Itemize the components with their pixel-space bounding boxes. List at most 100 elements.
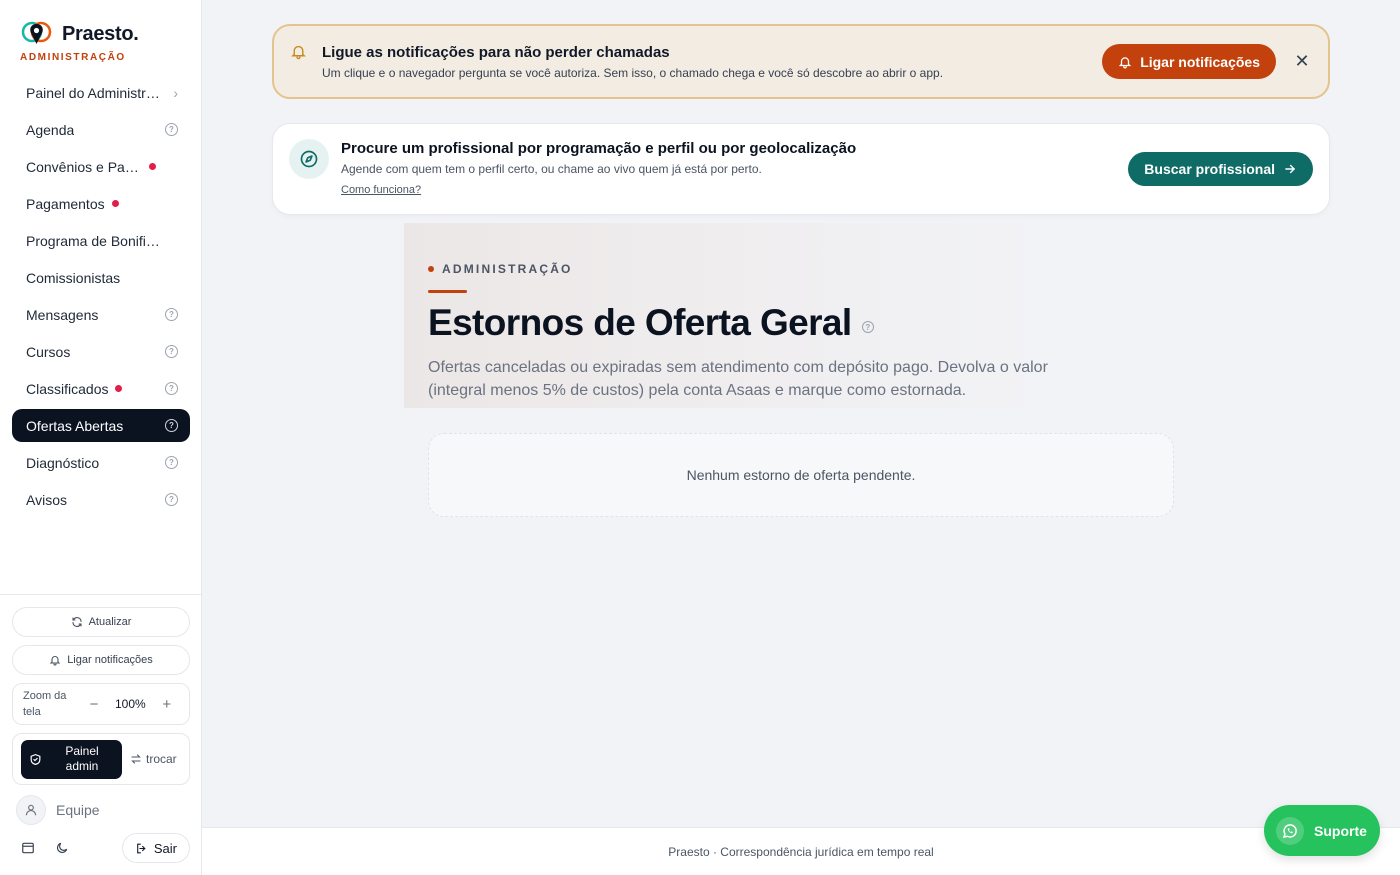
accent-line — [428, 290, 467, 293]
swap-icon — [131, 754, 141, 764]
bell-icon — [49, 656, 61, 666]
refresh-icon — [72, 617, 82, 627]
logout-icon — [137, 843, 146, 853]
sidebar-item-painel-administrador[interactable]: Painel do Administrador › — [12, 76, 190, 109]
chevron-right-icon: › — [173, 84, 178, 101]
page-description: Ofertas canceladas ou expiradas sem aten… — [428, 359, 1048, 399]
zoom-control: Zoom da tela − 100% + — [12, 683, 190, 725]
sidebar-item-avisos[interactable]: Avisos ? — [12, 483, 190, 516]
sidebar-item-comissionistas[interactable]: Comissionistas — [12, 261, 190, 294]
help-icon[interactable]: ? — [165, 123, 178, 136]
sidebar-item-mensagens[interactable]: Mensagens ? — [12, 298, 190, 331]
sidebar-item-label: Programa de Bonificação — [26, 232, 162, 249]
sidebar-item-label: Comissionistas — [26, 269, 121, 286]
tag-dot — [428, 266, 434, 272]
notification-dot — [115, 385, 123, 392]
whatsapp-icon — [1276, 816, 1304, 845]
shield-icon — [30, 753, 41, 765]
praesto-logo-icon — [21, 21, 52, 44]
help-icon[interactable]: ? — [165, 382, 178, 395]
admin-panel-label: Painel admin — [65, 744, 99, 773]
avatar — [16, 795, 46, 825]
help-icon[interactable]: ? — [165, 493, 178, 506]
bell-icon — [290, 43, 310, 65]
how-it-works-link[interactable]: Como funciona? — [341, 184, 421, 196]
search-card-title: Procure um profissional por programação … — [341, 140, 857, 157]
sidebar-footer: Sair — [16, 833, 190, 863]
enable-notifications-button[interactable]: Ligar notificações — [12, 645, 190, 675]
help-icon[interactable]: ? — [165, 419, 178, 432]
switch-button[interactable]: trocar — [130, 752, 177, 766]
zoom-in-button[interactable]: + — [160, 696, 174, 713]
help-icon[interactable]: ? — [861, 321, 874, 333]
sidebar-item-label: Convênios e Parcerias — [26, 158, 142, 175]
sidebar: Praesto. ADMINISTRAÇÃO Painel do Adminis… — [0, 0, 202, 875]
sidebar-item-label: Painel do Administrador — [26, 84, 162, 101]
close-icon[interactable]: ✕ — [1292, 51, 1312, 72]
search-card-desc: Agende com quem tem o perfil certo, ou c… — [341, 162, 762, 176]
user-icon — [25, 804, 37, 816]
compass-icon — [289, 139, 329, 179]
sidebar-item-agenda[interactable]: Agenda ? — [12, 113, 190, 146]
footer-text: Praesto · Correspondência jurídica em te… — [668, 844, 934, 859]
sidebar-item-label: Agenda — [26, 121, 75, 138]
support-button[interactable]: Suporte — [1264, 805, 1380, 856]
zoom-out-button[interactable]: − — [87, 696, 101, 713]
enable-notifications-cta-label: Ligar notificações — [1140, 53, 1260, 70]
notification-banner-title: Ligue as notificações para não perder ch… — [322, 43, 670, 61]
zoom-label: Zoom da tela — [23, 690, 67, 718]
section-tag: ADMINISTRAÇÃO — [428, 262, 573, 276]
section-tag-label: ADMINISTRAÇÃO — [442, 262, 573, 276]
brand[interactable]: Praesto. ADMINISTRAÇÃO — [20, 20, 139, 63]
sidebar-toggle-icon[interactable] — [16, 836, 40, 860]
sidebar-item-label: Ofertas Abertas — [26, 417, 124, 434]
notification-dot — [111, 200, 119, 207]
brand-name: Praesto. — [62, 22, 139, 45]
sidebar-item-label: Mensagens — [26, 306, 99, 323]
sidebar-item-diagnostico[interactable]: Diagnóstico ? — [12, 446, 190, 479]
zoom-value: 100% — [115, 697, 146, 711]
help-icon[interactable]: ? — [165, 456, 178, 469]
support-label: Suporte — [1314, 822, 1367, 839]
notification-dot — [149, 163, 156, 170]
sidebar-item-label: Cursos — [26, 343, 71, 360]
sidebar-item-label: Pagamentos — [26, 195, 105, 212]
notification-banner: Ligue as notificações para não perder ch… — [272, 24, 1330, 99]
empty-state-text: Nenhum estorno de oferta pendente. — [686, 467, 916, 483]
sidebar-nav: Painel do Administrador › Agenda ? Convê… — [12, 76, 190, 520]
page-title: Estornos de Oferta Geral ? — [428, 302, 874, 344]
brand-subtitle: ADMINISTRAÇÃO — [20, 52, 126, 63]
panel-switcher: Painel admin trocar — [12, 733, 190, 785]
admin-panel-button[interactable]: Painel admin — [21, 739, 122, 779]
sidebar-item-label: Classificados — [26, 380, 109, 397]
sidebar-bottom: Atualizar Ligar notificações Zoom da tel… — [0, 594, 202, 863]
refresh-button[interactable]: Atualizar — [12, 607, 190, 637]
enable-notifications-label: Ligar notificações — [67, 654, 153, 666]
team-profile[interactable]: Equipe — [16, 793, 186, 827]
logout-label: Sair — [153, 840, 177, 856]
team-label: Equipe — [56, 802, 100, 818]
page-title-text: Estornos de Oferta Geral — [428, 302, 852, 343]
switch-label: trocar — [146, 752, 177, 766]
sidebar-item-cursos[interactable]: Cursos ? — [12, 335, 190, 368]
dark-mode-moon-icon[interactable] — [50, 836, 74, 860]
sidebar-item-classificados[interactable]: Classificados ? — [12, 372, 190, 405]
logout-button[interactable]: Sair — [121, 833, 190, 863]
sidebar-item-convenios[interactable]: Convênios e Parcerias — [12, 150, 190, 183]
bell-icon — [1118, 56, 1132, 68]
sidebar-item-programa-bonificacao[interactable]: Programa de Bonificação — [12, 224, 190, 257]
sidebar-item-pagamentos[interactable]: Pagamentos — [12, 187, 190, 220]
search-professional-card: Procure um profissional por programação … — [272, 123, 1330, 215]
sidebar-item-label: Diagnóstico — [26, 454, 100, 471]
arrow-right-icon — [1285, 164, 1296, 174]
enable-notifications-cta-button[interactable]: Ligar notificações — [1102, 44, 1276, 79]
empty-state: Nenhum estorno de oferta pendente. — [428, 433, 1174, 517]
search-professional-label: Buscar profissional — [1144, 161, 1275, 177]
refresh-label: Atualizar — [88, 616, 132, 628]
search-professional-button[interactable]: Buscar profissional — [1128, 152, 1313, 186]
notification-banner-desc: Um clique e o navegador pergunta se você… — [322, 65, 944, 80]
sidebar-item-label: Avisos — [26, 491, 67, 508]
help-icon[interactable]: ? — [165, 308, 178, 321]
sidebar-item-ofertas-abertas[interactable]: Ofertas Abertas ? — [12, 409, 190, 442]
help-icon[interactable]: ? — [165, 345, 178, 358]
